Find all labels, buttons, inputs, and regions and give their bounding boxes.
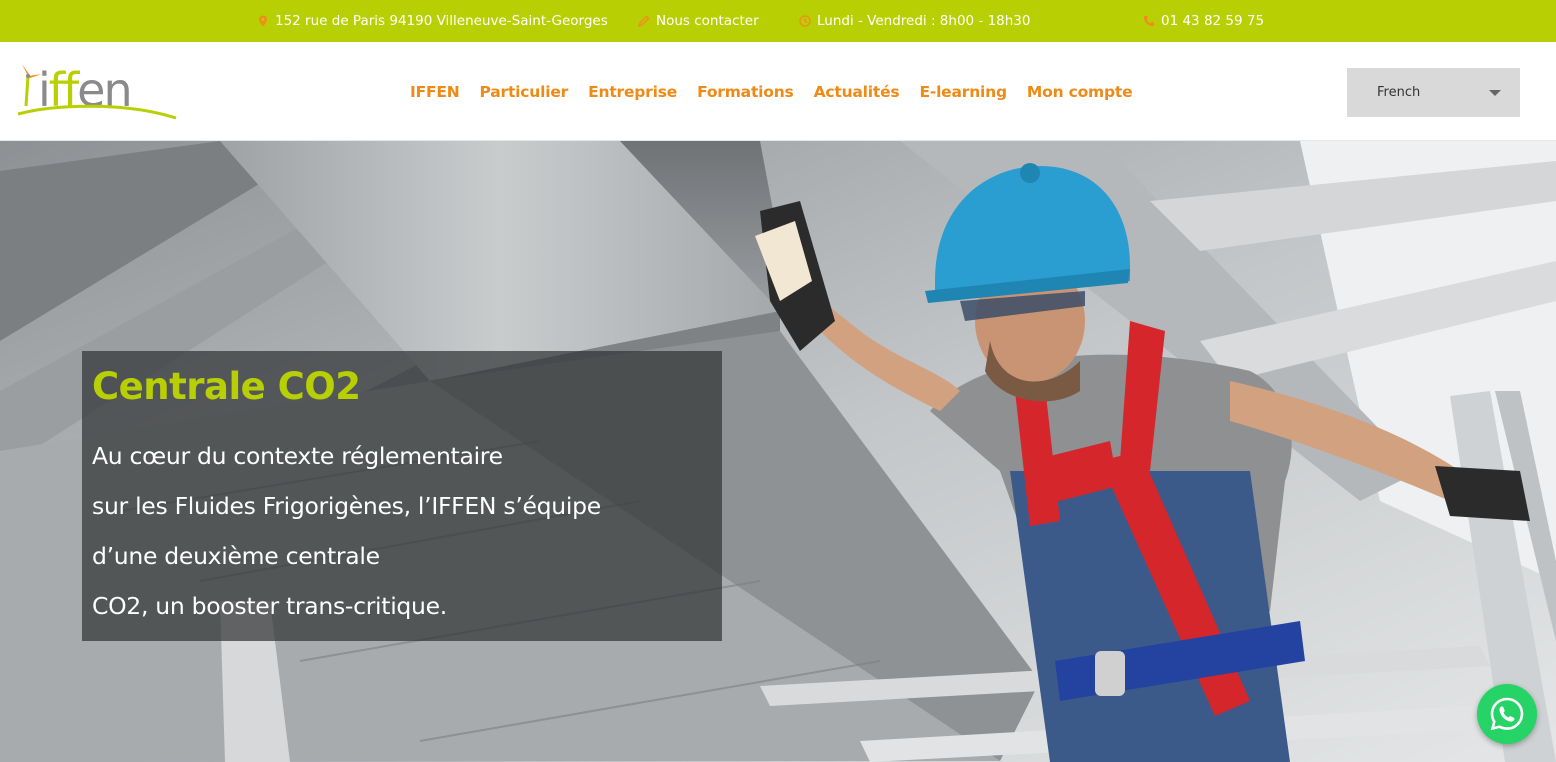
phone-text: 01 43 82 59 75 <box>1161 13 1265 29</box>
nav-item-particulier[interactable]: Particulier <box>480 83 569 101</box>
language-selected: French <box>1377 85 1421 100</box>
hero-text-line: d’une deuxième centrale <box>92 542 380 570</box>
phone-icon <box>1143 15 1155 27</box>
clock-icon <box>799 15 811 27</box>
map-pin-icon <box>259 15 267 27</box>
nav-item-actualites[interactable]: Actualités <box>814 83 900 101</box>
address-text: 152 rue de Paris 94190 Villeneuve-Saint-… <box>275 13 608 29</box>
language-select[interactable]: French <box>1347 68 1520 117</box>
hours-text: Lundi - Vendredi : 8h00 - 18h30 <box>817 13 1031 29</box>
nav-item-iffen[interactable]: IFFEN <box>410 83 460 101</box>
hero-text-line: Au cœur du contexte réglementaire <box>92 442 503 470</box>
contact-text: Nous contacter <box>656 13 759 29</box>
logo-swoosh <box>17 104 177 120</box>
chevron-down-icon <box>1489 90 1501 96</box>
whatsapp-icon <box>1490 697 1524 731</box>
nav-item-mon-compte[interactable]: Mon compte <box>1027 83 1133 101</box>
hero-title: Centrale CO2 <box>92 365 361 408</box>
nav-item-entreprise[interactable]: Entreprise <box>588 83 677 101</box>
contact-link[interactable]: Nous contacter <box>638 0 759 42</box>
hero-text: Au cœur du contexte réglementaire sur le… <box>92 431 601 631</box>
hero-text-line: CO2, un booster trans-critique. <box>92 592 447 620</box>
hero-banner: Centrale CO2 Au cœur du contexte régleme… <box>0 141 1556 762</box>
hero-caption-box: Centrale CO2 Au cœur du contexte régleme… <box>82 351 722 641</box>
phone-link[interactable]: 01 43 82 59 75 <box>1143 0 1264 42</box>
top-info-bar: 152 rue de Paris 94190 Villeneuve-Saint-… <box>0 0 1556 42</box>
main-navigation: IFFEN Particulier Entreprise Formations … <box>410 42 1133 141</box>
hero-text-line: sur les Fluides Frigorigènes, l’IFFEN s’… <box>92 492 601 520</box>
site-header: iffen IFFEN Particulier Entreprise Forma… <box>0 42 1556 141</box>
pencil-icon <box>638 15 650 27</box>
opening-hours: Lundi - Vendredi : 8h00 - 18h30 <box>799 0 1031 42</box>
address-info: 152 rue de Paris 94190 Villeneuve-Saint-… <box>257 0 608 42</box>
iffen-logo[interactable]: iffen <box>16 62 178 122</box>
whatsapp-chat-button[interactable] <box>1477 684 1537 744</box>
nav-item-formations[interactable]: Formations <box>697 83 794 101</box>
nav-item-elearning[interactable]: E-learning <box>919 83 1007 101</box>
